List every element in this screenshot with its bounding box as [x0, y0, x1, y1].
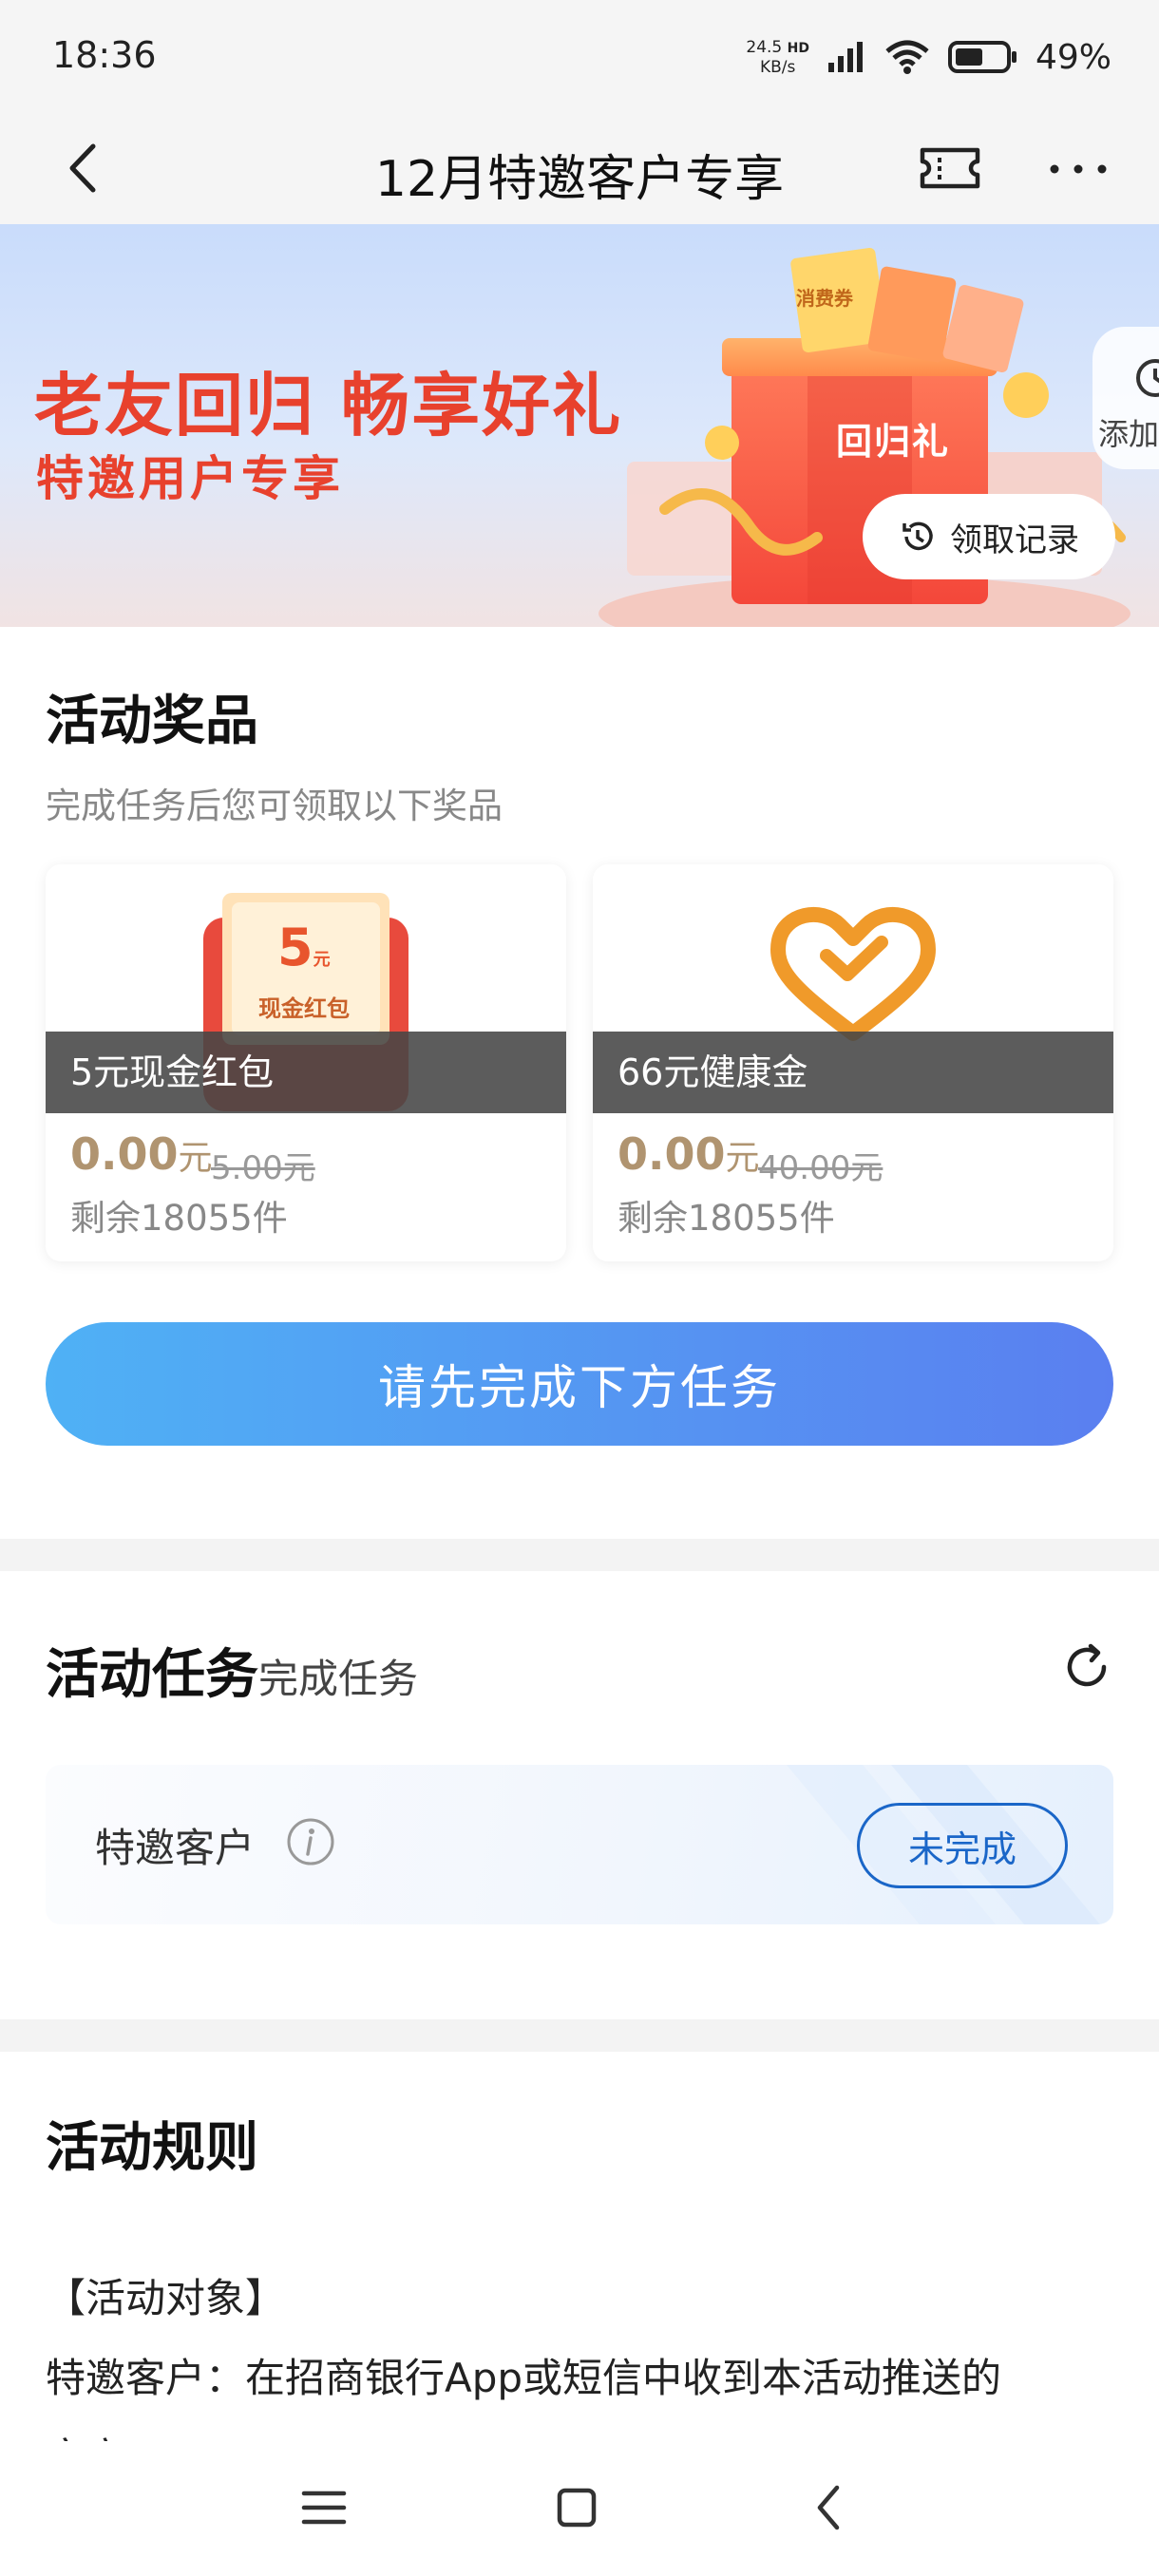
- tasks-title: 活动任务: [46, 1644, 258, 1706]
- network-speed: 24.5 HD KB/s: [746, 38, 809, 77]
- more-button[interactable]: [1045, 150, 1112, 188]
- system-back-button[interactable]: [787, 2470, 872, 2546]
- status-indicators: 24.5 HD KB/s 49%: [746, 28, 1112, 85]
- coupon-text: 消费券: [796, 287, 853, 310]
- page-title: 12月特邀客户专享: [374, 151, 785, 208]
- refresh-button[interactable]: [1058, 1638, 1115, 1695]
- tasks-header: 活动任务完成任务: [46, 1632, 418, 1709]
- battery-icon: [947, 41, 1016, 73]
- promo-banner: 消费券 回归礼 老友回归 畅享好礼 特邀用户专享 添加 领取记录: [0, 224, 1159, 627]
- hd-indicator: HD: [787, 40, 809, 56]
- prize-card[interactable]: 66元健康金 0.00元 40.00元 剩余18055件: [593, 864, 1113, 1261]
- banner-headline: 老友回归 畅享好礼: [34, 366, 623, 445]
- envelope-text: 现金红包: [258, 995, 350, 1022]
- rules-title: 活动规则: [46, 2117, 258, 2179]
- more-dots-icon: [1050, 164, 1107, 174]
- recents-button[interactable]: [281, 2470, 367, 2546]
- envelope-amount: 5元: [277, 918, 331, 977]
- prize-name: 66元健康金: [593, 1032, 1113, 1113]
- prize-name: 5元现金红包: [46, 1032, 566, 1113]
- battery-percent: 49%: [1035, 37, 1112, 77]
- square-icon: [557, 2488, 597, 2528]
- prize-remaining: 剩余18055件: [618, 1198, 835, 1239]
- chevron-left-icon: [817, 2485, 840, 2530]
- add-label: 添加: [1098, 416, 1159, 452]
- rules-line: 特邀客户：在招商银行App或短信中收到本活动推送的: [46, 2355, 1002, 2401]
- info-icon: [287, 1818, 334, 1866]
- prize-price: 0.00元: [70, 1128, 213, 1180]
- system-nav-bar: [0, 2441, 1159, 2576]
- claim-record-label: 领取记录: [950, 521, 1079, 559]
- history-icon: [902, 521, 933, 551]
- prize-card[interactable]: 5元 现金红包 5元现金红包 0.00元 5.00元 剩余18055件: [46, 864, 566, 1261]
- prizes-title: 活动奖品: [46, 691, 258, 752]
- menu-icon: [301, 2491, 347, 2525]
- ticket-icon: [920, 147, 980, 189]
- claim-record-button[interactable]: 领取记录: [863, 494, 1115, 579]
- prize-price: 0.00元: [618, 1128, 760, 1180]
- nav-bar: 12月特邀客户专享: [0, 112, 1159, 224]
- tasks-subtitle: 完成任务: [258, 1656, 419, 1702]
- banner-subline: 特邀用户专享: [36, 451, 344, 506]
- prizes-subtitle: 完成任务后您可领取以下奖品: [46, 786, 503, 826]
- refresh-icon: [1067, 1643, 1107, 1687]
- status-time: 18:36: [52, 34, 157, 76]
- task-label: 特邀客户: [95, 1825, 256, 1871]
- status-bar: 18:36 24.5 HD KB/s 49%: [0, 0, 1159, 112]
- prize-original-price: 40.00元: [758, 1149, 884, 1187]
- gift-box-label: 回归礼: [836, 421, 951, 463]
- section-divider: [0, 2019, 1159, 2052]
- net-speed-value: 24.5: [746, 37, 783, 57]
- info-button[interactable]: [285, 1816, 336, 1867]
- section-divider: [0, 1539, 1159, 1571]
- home-button[interactable]: [534, 2470, 619, 2546]
- prize-remaining: 剩余18055件: [70, 1198, 288, 1239]
- task-status-button[interactable]: 未完成: [857, 1803, 1068, 1888]
- rules-line: 【活动对象】: [46, 2275, 286, 2321]
- complete-tasks-button[interactable]: 请先完成下方任务: [46, 1322, 1113, 1446]
- net-speed-unit: KB/s: [759, 57, 796, 77]
- wifi-icon: [885, 40, 929, 74]
- ticket-button[interactable]: [917, 137, 983, 199]
- clock-add-icon: [1136, 359, 1159, 397]
- task-item: 特邀客户 未完成: [46, 1765, 1113, 1924]
- signal-icon: [827, 42, 863, 72]
- prize-original-price: 5.00元: [211, 1149, 315, 1187]
